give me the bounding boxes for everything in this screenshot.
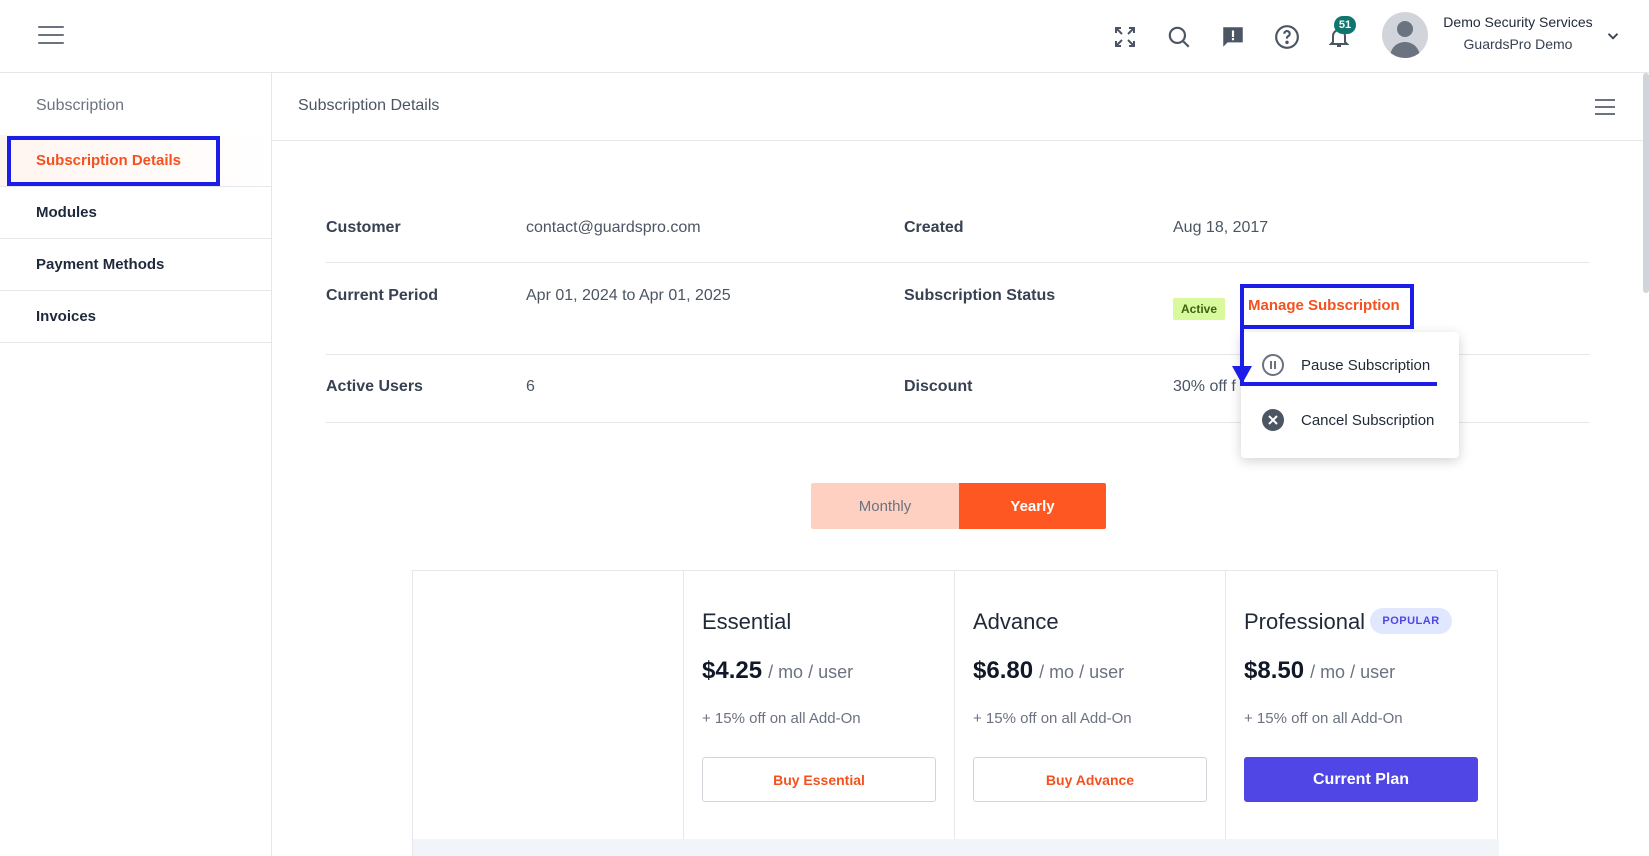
buy-essential-button[interactable]: Buy Essential bbox=[702, 757, 936, 802]
yearly-toggle[interactable]: Yearly bbox=[959, 483, 1106, 529]
plan-professional: Professional POPULAR $8.50/ mo / user + … bbox=[1225, 571, 1496, 839]
plan-price-amount: $8.50 bbox=[1244, 657, 1305, 684]
plan-essential: Essential $4.25/ mo / user + 15% off on … bbox=[683, 571, 954, 839]
cancel-subscription-label: Cancel Subscription bbox=[1301, 411, 1435, 429]
created-value: Aug 18, 2017 bbox=[1173, 219, 1269, 236]
subscription-status-label: Subscription Status bbox=[904, 287, 1056, 304]
status-badge: Active bbox=[1173, 298, 1225, 320]
sidebar-item-invoices[interactable]: Invoices bbox=[0, 291, 271, 343]
top-bar: 51 Demo Security Services GuardsPro Demo bbox=[0, 0, 1649, 73]
plan-addon: + 15% off on all Add-On bbox=[973, 710, 1132, 727]
plans-footer-row bbox=[413, 839, 1499, 856]
annotation-underline bbox=[1240, 382, 1437, 386]
plan-name: Professional bbox=[1244, 609, 1366, 634]
customer-value: contact@guardspro.com bbox=[526, 219, 701, 236]
main-header: Subscription Details bbox=[272, 73, 1649, 141]
options-menu-icon[interactable] bbox=[1595, 99, 1615, 115]
hamburger-menu-icon[interactable] bbox=[38, 26, 64, 48]
discount-value: 30% off f bbox=[1173, 378, 1236, 395]
plan-name: Advance bbox=[973, 609, 1059, 634]
plan-price-unit: / mo / user bbox=[768, 662, 854, 682]
sidebar-title: Subscription bbox=[36, 97, 125, 114]
help-icon[interactable] bbox=[1272, 22, 1302, 52]
sidebar-item-label: Modules bbox=[36, 204, 97, 221]
active-users-label: Active Users bbox=[326, 378, 423, 395]
page-title: Subscription Details bbox=[298, 97, 440, 114]
plan-advance: Advance $6.80/ mo / user + 15% off on al… bbox=[954, 571, 1225, 839]
sidebar-item-label: Invoices bbox=[36, 308, 97, 325]
current-period-value: Apr 01, 2024 to Apr 01, 2025 bbox=[526, 287, 731, 304]
pause-subscription-label: Pause Subscription bbox=[1301, 356, 1431, 374]
sidebar: Subscription Subscription Details Module… bbox=[0, 73, 272, 856]
search-icon[interactable] bbox=[1164, 22, 1194, 52]
cancel-subscription-option[interactable]: Cancel Subscription bbox=[1241, 395, 1459, 445]
expand-icon[interactable] bbox=[1110, 22, 1140, 52]
feedback-icon[interactable] bbox=[1218, 22, 1248, 52]
manage-subscription-dropdown: Pause Subscription Cancel Subscription bbox=[1241, 332, 1459, 458]
notification-count-badge: 51 bbox=[1334, 16, 1356, 34]
pause-icon bbox=[1262, 354, 1284, 376]
sidebar-item-label: Payment Methods bbox=[36, 256, 165, 273]
highlight-box-sidebar bbox=[7, 136, 220, 186]
customer-label: Customer bbox=[326, 219, 401, 236]
plan-price: $4.25/ mo / user bbox=[702, 657, 853, 685]
chevron-down-icon[interactable] bbox=[1604, 27, 1622, 45]
plan-price-amount: $4.25 bbox=[702, 657, 763, 684]
sidebar-item-payment-methods[interactable]: Payment Methods bbox=[0, 239, 271, 291]
plan-price: $6.80/ mo / user bbox=[973, 657, 1124, 685]
plan-name: Essential bbox=[702, 609, 792, 634]
plan-price-amount: $6.80 bbox=[973, 657, 1034, 684]
scrollbar[interactable] bbox=[1643, 73, 1649, 293]
plan-price: $8.50/ mo / user bbox=[1244, 657, 1395, 685]
active-users-value: 6 bbox=[526, 378, 535, 395]
current-plan-button[interactable]: Current Plan bbox=[1244, 757, 1478, 802]
created-label: Created bbox=[904, 219, 964, 236]
buy-advance-button[interactable]: Buy Advance bbox=[973, 757, 1207, 802]
plan-addon: + 15% off on all Add-On bbox=[702, 710, 861, 727]
user-name[interactable]: Demo Security Services bbox=[1438, 14, 1598, 30]
user-org[interactable]: GuardsPro Demo bbox=[1438, 36, 1598, 52]
plans-table: Essential $4.25/ mo / user + 15% off on … bbox=[412, 570, 1499, 856]
cancel-icon bbox=[1262, 409, 1284, 431]
plan-price-unit: / mo / user bbox=[1310, 662, 1396, 682]
plan-addon: + 15% off on all Add-On bbox=[1244, 710, 1403, 727]
divider bbox=[326, 262, 1590, 263]
popular-badge: POPULAR bbox=[1370, 608, 1452, 634]
sidebar-item-modules[interactable]: Modules bbox=[0, 187, 271, 239]
highlight-box-manage bbox=[1240, 284, 1414, 329]
monthly-toggle[interactable]: Monthly bbox=[811, 483, 959, 529]
discount-label: Discount bbox=[904, 378, 973, 395]
current-period-label: Current Period bbox=[326, 287, 439, 304]
plan-price-unit: / mo / user bbox=[1039, 662, 1125, 682]
avatar[interactable] bbox=[1382, 12, 1428, 58]
